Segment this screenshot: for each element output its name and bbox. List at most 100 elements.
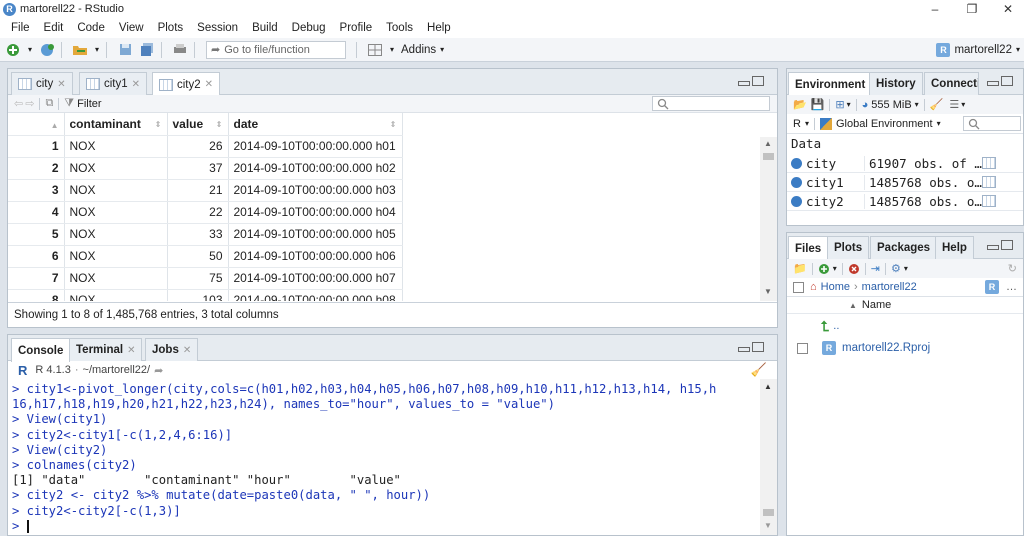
tab-city1[interactable]: city1 ✕ bbox=[79, 72, 148, 95]
column-header-contaminant[interactable]: contaminant ⇕ bbox=[64, 113, 168, 136]
dropdown-icon[interactable]: ▾ bbox=[26, 42, 34, 58]
popout-icon[interactable]: ⧉ bbox=[45, 97, 53, 110]
tab-console[interactable]: Console bbox=[11, 338, 71, 362]
dropdown-icon[interactable]: ▾ bbox=[904, 264, 908, 273]
close-tab-icon[interactable]: ✕ bbox=[127, 345, 135, 356]
grid-scrollbar[interactable]: ▲ ▼ bbox=[760, 137, 777, 301]
new-file-icon[interactable] bbox=[818, 263, 830, 275]
crumb-home[interactable]: Home bbox=[821, 281, 850, 293]
column-header-value[interactable]: value ⇕ bbox=[167, 113, 229, 136]
close-button[interactable]: ✕ bbox=[988, 0, 1024, 18]
file-row-up[interactable]: ⮤ .. bbox=[787, 316, 1023, 336]
scroll-down-icon[interactable]: ▼ bbox=[764, 521, 772, 530]
scroll-thumb[interactable] bbox=[763, 153, 774, 160]
tab-files[interactable]: Files bbox=[788, 236, 829, 260]
maximize-pane-icon[interactable] bbox=[1001, 240, 1013, 250]
clear-workspace-icon[interactable]: 🧹 bbox=[930, 98, 944, 111]
grid-layout-icon[interactable] bbox=[366, 42, 384, 58]
tab-terminal[interactable]: Terminal ✕ bbox=[69, 338, 143, 361]
dropdown-icon[interactable]: ▾ bbox=[93, 42, 101, 58]
tab-city[interactable]: city ✕ bbox=[11, 72, 73, 95]
dropdown-icon[interactable]: ▾ bbox=[915, 100, 919, 109]
expand-object-icon[interactable] bbox=[791, 176, 802, 188]
file-link[interactable]: martorell22.Rproj bbox=[842, 342, 930, 354]
addins-dropdown-icon[interactable]: ▾ bbox=[440, 45, 444, 54]
menu-session[interactable]: Session bbox=[197, 22, 238, 34]
view-data-icon[interactable] bbox=[982, 195, 996, 207]
minimize-pane-icon[interactable] bbox=[987, 81, 999, 86]
new-project-icon[interactable] bbox=[38, 42, 56, 58]
close-tab-icon[interactable]: ✕ bbox=[132, 79, 140, 90]
close-tab-icon[interactable]: ✕ bbox=[183, 345, 191, 356]
menu-view[interactable]: View bbox=[119, 22, 144, 34]
menu-profile[interactable]: Profile bbox=[340, 22, 373, 34]
tab-plots[interactable]: Plots bbox=[827, 236, 870, 259]
tab-jobs[interactable]: Jobs ✕ bbox=[145, 338, 199, 361]
save-icon[interactable] bbox=[116, 42, 134, 58]
console-scrollbar[interactable]: ▲ ▼ bbox=[760, 379, 777, 535]
view-data-icon[interactable] bbox=[982, 157, 996, 169]
scroll-thumb[interactable] bbox=[763, 509, 774, 516]
maximize-pane-icon[interactable] bbox=[1001, 76, 1013, 86]
select-all-checkbox[interactable] bbox=[793, 281, 804, 293]
dropdown-icon[interactable]: ▾ bbox=[388, 42, 396, 58]
menu-code[interactable]: Code bbox=[77, 22, 105, 34]
tab-city2[interactable]: city2 ✕ bbox=[152, 72, 221, 96]
refresh-icon[interactable]: ↻ bbox=[1008, 262, 1017, 275]
dropdown-icon[interactable]: ▾ bbox=[833, 264, 837, 273]
delete-icon[interactable] bbox=[848, 263, 860, 275]
forward-icon[interactable]: ⇨ bbox=[25, 97, 34, 110]
file-row[interactable]: R martorell22.Rproj bbox=[787, 338, 1023, 358]
view-data-icon[interactable] bbox=[982, 176, 996, 188]
scope-select[interactable]: Global Environment bbox=[836, 118, 933, 130]
filter-button[interactable]: Filter bbox=[77, 98, 101, 110]
language-select[interactable]: R bbox=[793, 118, 801, 130]
menu-edit[interactable]: Edit bbox=[44, 22, 64, 34]
menu-tools[interactable]: Tools bbox=[386, 22, 413, 34]
new-folder-icon[interactable]: 📁 bbox=[793, 262, 807, 275]
save-all-icon[interactable] bbox=[138, 42, 156, 58]
menu-build[interactable]: Build bbox=[252, 22, 278, 34]
tab-connections[interactable]: Connecti bbox=[924, 72, 979, 95]
filter-icon[interactable]: ⧩ bbox=[64, 97, 74, 110]
menu-file[interactable]: File bbox=[11, 22, 30, 34]
project-icon[interactable]: R bbox=[985, 280, 999, 294]
file-checkbox[interactable] bbox=[797, 342, 808, 354]
home-icon[interactable]: ⌂ bbox=[810, 281, 817, 293]
minimize-pane-icon[interactable] bbox=[738, 347, 750, 352]
tab-packages[interactable]: Packages bbox=[870, 236, 938, 259]
save-workspace-icon[interactable]: 💾 bbox=[811, 98, 825, 111]
env-object-city2[interactable]: city2 1485768 obs. o… bbox=[787, 192, 1023, 211]
clear-console-icon[interactable]: 🧹 bbox=[751, 362, 767, 378]
expand-object-icon[interactable] bbox=[791, 157, 802, 169]
print-icon[interactable] bbox=[171, 42, 189, 58]
memory-usage[interactable]: 555 MiB bbox=[871, 99, 911, 111]
back-icon[interactable]: ⇦ bbox=[14, 97, 23, 110]
minimize-pane-icon[interactable] bbox=[738, 81, 750, 86]
dropdown-icon[interactable]: ▾ bbox=[961, 100, 965, 109]
list-view-icon[interactable]: ☰ bbox=[949, 98, 959, 111]
goto-wd-icon[interactable]: ➦ bbox=[154, 364, 163, 377]
menu-debug[interactable]: Debug bbox=[292, 22, 326, 34]
crumb-project[interactable]: martorell22 bbox=[862, 281, 917, 293]
rownum-header[interactable]: ▲ bbox=[8, 113, 65, 136]
column-header-date[interactable]: date ⇕ bbox=[228, 113, 403, 136]
minimize-pane-icon[interactable] bbox=[987, 245, 999, 250]
pane-minmax[interactable] bbox=[987, 76, 1015, 88]
dropdown-icon[interactable]: ▾ bbox=[937, 119, 941, 128]
pane-minmax[interactable] bbox=[738, 76, 766, 88]
env-search-input[interactable] bbox=[963, 116, 1021, 131]
close-tab-icon[interactable]: ✕ bbox=[57, 79, 65, 90]
menu-help[interactable]: Help bbox=[427, 22, 451, 34]
env-object-city[interactable]: city 61907 obs. of … bbox=[787, 154, 1023, 173]
console-output[interactable]: > city1<-pivot_longer(city,cols=c(h01,h0… bbox=[12, 382, 757, 534]
maximize-pane-icon[interactable] bbox=[752, 76, 764, 86]
column-header-name[interactable]: Name bbox=[862, 299, 891, 311]
rename-icon[interactable]: ⇥ bbox=[871, 262, 880, 275]
import-dataset-icon[interactable]: ⊞ bbox=[835, 98, 844, 111]
more-gear-icon[interactable]: ⚙ bbox=[891, 262, 901, 275]
minimize-button[interactable]: – bbox=[915, 0, 955, 18]
scroll-up-icon[interactable]: ▲ bbox=[764, 382, 772, 391]
working-directory[interactable]: ~/martorell22/ bbox=[83, 364, 151, 376]
viewer-search-input[interactable] bbox=[652, 96, 770, 111]
